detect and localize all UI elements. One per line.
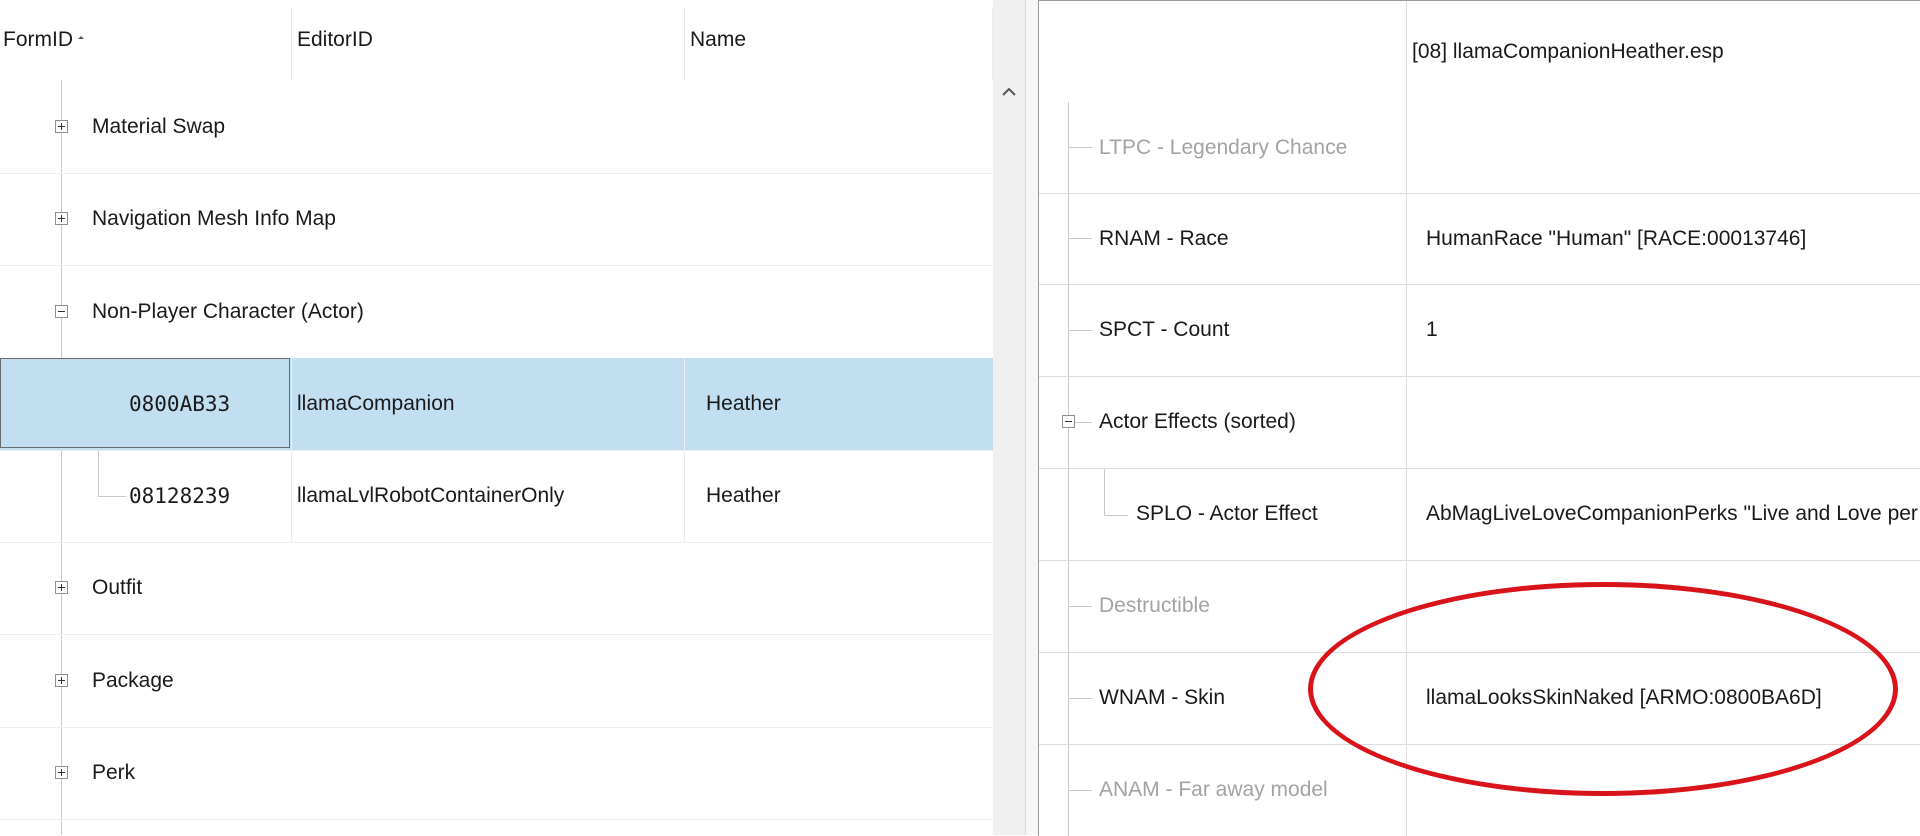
tree-group-label: Outfit — [92, 576, 143, 599]
record-row[interactable]: 08128239 llamaLvlRobotContainerOnly Heat… — [0, 450, 993, 543]
field-value[interactable]: 1 — [1426, 284, 1438, 376]
column-header-formid[interactable]: FormID — [3, 0, 84, 80]
record-tree-pane: FormID EditorID Name Material Swap Navig… — [0, 0, 993, 835]
collapse-minus-icon[interactable] — [55, 305, 68, 318]
field-row[interactable]: RNAM - Race HumanRace "Human" [RACE:0001… — [1039, 193, 1920, 285]
tree-group-row[interactable]: Material Swap — [0, 81, 993, 174]
field-group-label: Actor Effects (sorted) — [1099, 410, 1296, 433]
expand-plus-icon[interactable] — [55, 581, 68, 594]
tree-line — [1068, 790, 1092, 791]
field-row[interactable]: SPCT - Count 1 — [1039, 284, 1920, 377]
tree-line — [1068, 238, 1092, 239]
field-row[interactable]: SPLO - Actor Effect AbMagLiveLoveCompani… — [1039, 468, 1920, 561]
field-group-row[interactable]: Actor Effects (sorted) — [1039, 376, 1920, 469]
tree-line — [1068, 330, 1092, 331]
collapse-minus-icon[interactable] — [1062, 415, 1075, 428]
tree-line — [1075, 422, 1092, 423]
expand-plus-icon[interactable] — [55, 766, 68, 779]
sort-ascending-icon — [78, 35, 84, 39]
header-divider[interactable] — [684, 8, 685, 80]
tree-group-row[interactable]: Package — [0, 635, 993, 728]
tree-line — [1068, 698, 1092, 699]
field-value[interactable]: AbMagLiveLoveCompanionPerks "Live and Lo… — [1426, 468, 1918, 560]
plugin-header-label: [08] llamaCompanionHeather.esp — [1412, 39, 1724, 63]
tree-line — [1068, 606, 1092, 607]
vertical-scrollbar[interactable] — [993, 0, 1025, 835]
field-label: SPCT - Count — [1099, 318, 1230, 341]
scroll-up-arrow-icon[interactable] — [1001, 84, 1017, 100]
field-label: RNAM - Race — [1099, 226, 1229, 250]
tree-group-row[interactable]: Navigation Mesh Info Map — [0, 173, 993, 266]
column-divider — [684, 450, 685, 542]
tree-group-row[interactable]: Perk — [0, 727, 993, 820]
record-row-selected[interactable]: 0800AB33 llamaCompanion Heather — [0, 358, 993, 451]
column-header-label: EditorID — [297, 28, 373, 51]
column-divider — [291, 450, 292, 542]
header-divider[interactable] — [291, 8, 292, 80]
editorid-cell: llamaLvlRobotContainerOnly — [297, 484, 565, 507]
column-header-editorid[interactable]: EditorID — [297, 0, 373, 80]
column-header-label: Name — [690, 28, 747, 51]
red-annotation-ellipse — [1308, 582, 1898, 796]
name-cell: Heather — [706, 484, 781, 507]
pane-splitter[interactable] — [1025, 0, 1039, 835]
editorid-cell: llamaCompanion — [297, 392, 455, 415]
field-label: Destructible — [1099, 594, 1210, 617]
field-label: LTPC - Legendary Chance — [1099, 135, 1348, 159]
field-row[interactable]: LTPC - Legendary Chance — [1039, 102, 1920, 194]
expand-plus-icon[interactable] — [55, 674, 68, 687]
formid-cell: 08128239 — [129, 484, 231, 508]
name-cell: Heather — [706, 392, 781, 415]
tree-group-label: Non-Player Character (Actor) — [92, 300, 364, 323]
formid-cell: 0800AB33 — [129, 392, 231, 416]
tree-group-label: Package — [92, 669, 174, 692]
tree-group-label: Perk — [92, 761, 136, 784]
column-divider — [291, 358, 292, 450]
field-label: WNAM - Skin — [1099, 686, 1225, 709]
column-divider — [684, 358, 685, 450]
field-value[interactable]: HumanRace "Human" [RACE:00013746] — [1426, 193, 1806, 284]
tree-group-row[interactable]: Outfit — [0, 542, 993, 635]
field-label: SPLO - Actor Effect — [1136, 502, 1318, 525]
field-label: ANAM - Far away model — [1099, 778, 1328, 801]
tree-line — [1068, 147, 1092, 148]
tree-group-label: Navigation Mesh Info Map — [92, 207, 336, 230]
plugin-header-row: [08] llamaCompanionHeather.esp — [1039, 1, 1920, 102]
column-header-label: FormID — [3, 28, 73, 51]
expand-plus-icon[interactable] — [55, 120, 68, 133]
expand-plus-icon[interactable] — [55, 212, 68, 225]
tree-group-row[interactable]: Non-Player Character (Actor) — [0, 266, 993, 359]
tree-group-label: Material Swap — [92, 115, 226, 138]
column-header-name[interactable]: Name — [690, 0, 746, 80]
